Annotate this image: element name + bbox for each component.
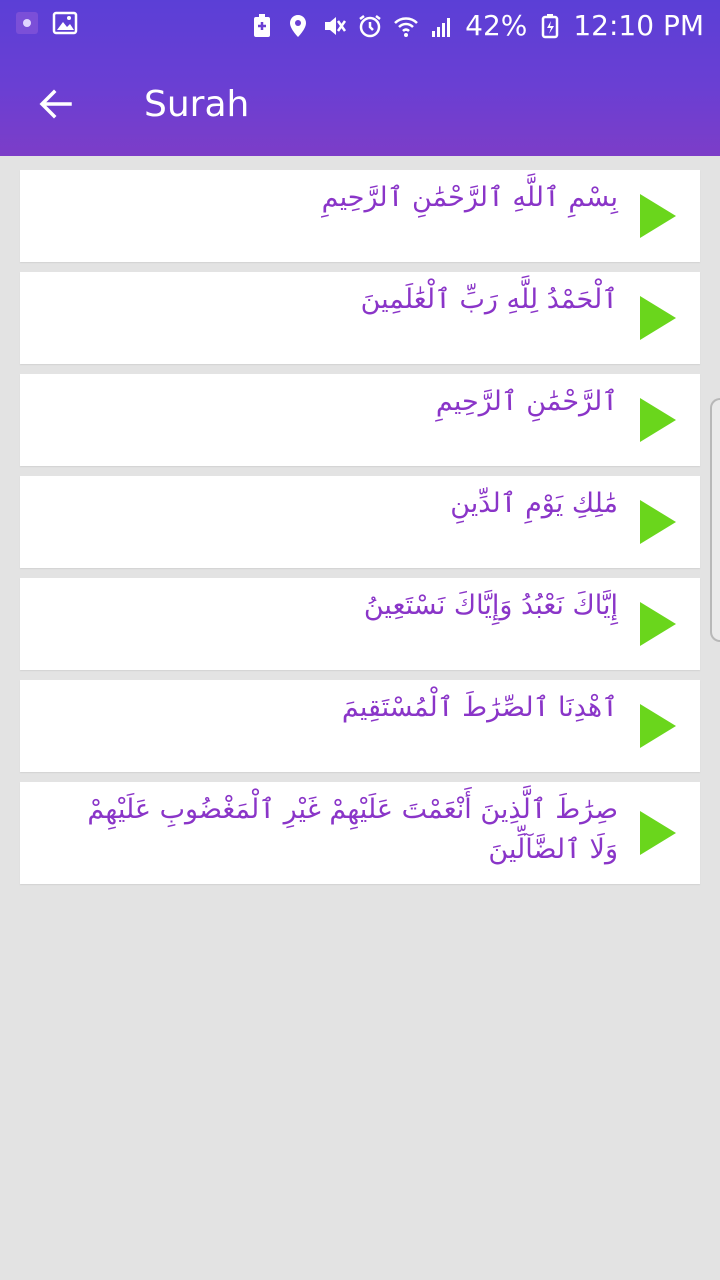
battery-charging-icon bbox=[542, 14, 559, 39]
play-icon[interactable] bbox=[640, 811, 676, 855]
verse-text: إِيَّاكَ نَعْبُدُ وَإِيَّاكَ نَسْتَعِينُ bbox=[363, 590, 618, 621]
verse-text: ٱلْحَمْدُ لِلَّهِ رَبِّ ٱلْعَٰلَمِينَ bbox=[360, 284, 618, 315]
battery-saver-icon bbox=[254, 14, 271, 37]
play-icon[interactable] bbox=[640, 500, 676, 544]
system-status: 42% 12:10 PM bbox=[249, 6, 704, 46]
image-icon bbox=[52, 11, 78, 35]
back-button[interactable] bbox=[28, 76, 84, 132]
arrow-left-icon bbox=[39, 89, 72, 119]
play-icon[interactable] bbox=[640, 602, 676, 646]
verse-text: بِسْمِ ٱللَّهِ ٱلرَّحْمَٰنِ ٱلرَّحِيمِ bbox=[321, 182, 618, 213]
clock: 12:10 PM bbox=[573, 9, 704, 42]
verse-text: مَٰلِكِ يَوْمِ ٱلدِّينِ bbox=[450, 488, 618, 519]
location-icon bbox=[290, 15, 307, 37]
signal-icon bbox=[432, 18, 451, 37]
notification-icons bbox=[14, 10, 78, 36]
verse-text: ٱلرَّحْمَٰنِ ٱلرَّحِيمِ bbox=[435, 386, 618, 417]
verse-item[interactable]: ٱهْدِنَا ٱلصِّرَٰطَ ٱلْمُسْتَقِيمَ bbox=[20, 680, 700, 772]
battery-percent: 42% bbox=[465, 9, 528, 42]
mute-icon bbox=[325, 17, 347, 35]
edge-panel-handle[interactable] bbox=[710, 398, 720, 642]
verse-text: ٱهْدِنَا ٱلصِّرَٰطَ ٱلْمُسْتَقِيمَ bbox=[341, 692, 618, 723]
verse-item[interactable]: ٱلْحَمْدُ لِلَّهِ رَبِّ ٱلْعَٰلَمِينَ bbox=[20, 272, 700, 364]
play-icon[interactable] bbox=[640, 194, 676, 238]
wifi-icon bbox=[394, 17, 419, 37]
play-icon[interactable] bbox=[640, 398, 676, 442]
app-header: 42% 12:10 PM Surah bbox=[0, 0, 720, 156]
verse-item[interactable]: بِسْمِ ٱللَّهِ ٱلرَّحْمَٰنِ ٱلرَّحِيمِ bbox=[20, 170, 700, 262]
app-notification-icon bbox=[16, 12, 38, 34]
status-bar: 42% 12:10 PM bbox=[0, 0, 720, 50]
verse-item[interactable]: مَٰلِكِ يَوْمِ ٱلدِّينِ bbox=[20, 476, 700, 568]
verse-item[interactable]: ٱلرَّحْمَٰنِ ٱلرَّحِيمِ bbox=[20, 374, 700, 466]
verse-list: بِسْمِ ٱللَّهِ ٱلرَّحْمَٰنِ ٱلرَّحِيمِ ٱ… bbox=[20, 170, 700, 894]
verse-item[interactable]: إِيَّاكَ نَعْبُدُ وَإِيَّاكَ نَسْتَعِينُ bbox=[20, 578, 700, 670]
play-icon[interactable] bbox=[640, 296, 676, 340]
toolbar: Surah bbox=[0, 50, 720, 156]
alarm-icon bbox=[359, 15, 381, 38]
verse-item[interactable]: صِرَٰطَ ٱلَّذِينَ أَنْعَمْتَ عَلَيْهِمْ … bbox=[20, 782, 700, 884]
page-title: Surah bbox=[144, 84, 250, 125]
play-icon[interactable] bbox=[640, 704, 676, 748]
verse-text: صِرَٰطَ ٱلَّذِينَ أَنْعَمْتَ عَلَيْهِمْ … bbox=[87, 794, 618, 865]
